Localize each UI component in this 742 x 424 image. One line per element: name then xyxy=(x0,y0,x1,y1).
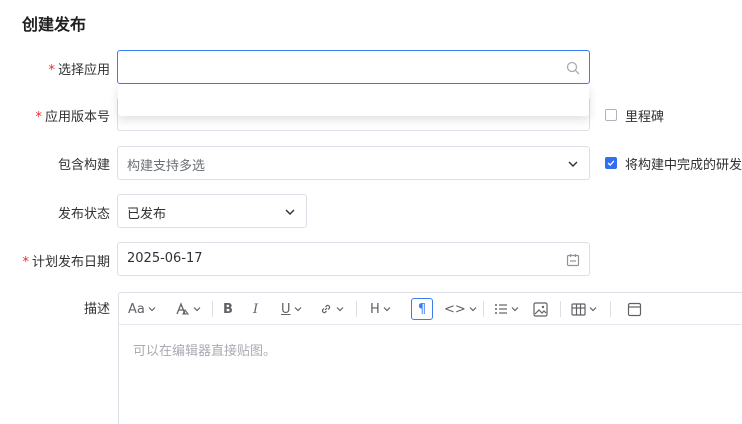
status-value: 已发布 xyxy=(127,207,167,222)
status-label: 发布状态 xyxy=(57,207,110,222)
chevron-down-icon xyxy=(511,307,519,312)
underline-label: U xyxy=(281,301,291,317)
builds-multiselect[interactable]: 构建支持多选 xyxy=(117,146,590,180)
auto-include-label: 将构建中完成的研发 xyxy=(625,158,742,173)
date-label-text: 计划发布日期 xyxy=(31,255,110,270)
layout-button[interactable] xyxy=(627,299,642,319)
layout-icon xyxy=(627,302,642,316)
link-icon xyxy=(321,304,331,314)
milestone-checkbox[interactable] xyxy=(605,109,617,121)
list-button[interactable] xyxy=(494,299,519,319)
required-mark: * xyxy=(22,255,29,270)
app-label-text: 选择应用 xyxy=(57,63,110,78)
builds-placeholder: 构建支持多选 xyxy=(127,159,206,174)
italic-button[interactable]: I xyxy=(253,299,258,319)
list-icon xyxy=(495,304,507,314)
code-button[interactable]: <> xyxy=(444,299,477,319)
search-icon xyxy=(566,61,580,75)
app-dropdown-panel[interactable] xyxy=(118,84,589,116)
chevron-down-icon xyxy=(469,307,477,312)
image-icon xyxy=(533,301,548,317)
date-label: * 计划发布日期 xyxy=(0,251,110,270)
toolbar-divider xyxy=(610,301,611,317)
page-title: 创建发布 xyxy=(22,15,87,34)
toolbar-divider xyxy=(560,301,561,317)
required-mark: * xyxy=(35,110,42,125)
table-icon xyxy=(571,302,586,316)
toolbar-divider xyxy=(212,301,213,317)
font-color-icon xyxy=(176,302,190,315)
description-editor[interactable]: Aa B I U H ¶ <> 可以在编辑器直接贴图。 xyxy=(118,292,742,424)
app-label: * 选择应用 xyxy=(0,59,110,78)
toolbar-divider xyxy=(356,301,357,317)
version-label: * 应用版本号 xyxy=(0,106,110,125)
font-size-button[interactable]: Aa xyxy=(128,299,156,319)
font-size-label: Aa xyxy=(128,301,145,317)
calendar-icon[interactable] xyxy=(566,253,580,267)
text-color-button[interactable] xyxy=(174,299,201,319)
chevron-down-icon xyxy=(193,307,201,312)
code-label: <> xyxy=(444,301,466,317)
date-value: 2025-06-17 xyxy=(127,251,203,266)
builds-label: 包含构建 xyxy=(57,158,110,173)
date-picker-input[interactable]: 2025-06-17 xyxy=(117,242,590,276)
heading-label: H xyxy=(370,301,380,317)
chevron-down-icon xyxy=(336,307,344,312)
description-label: 描述 xyxy=(83,302,110,317)
heading-button[interactable]: H xyxy=(370,299,391,319)
image-button[interactable] xyxy=(533,299,548,319)
bold-button[interactable]: B xyxy=(223,299,233,319)
app-select-input[interactable] xyxy=(117,50,590,84)
editor-placeholder: 可以在编辑器直接贴图。 xyxy=(133,344,277,359)
version-label-text: 应用版本号 xyxy=(44,110,110,125)
editor-toolbar: Aa B I U H ¶ <> xyxy=(119,293,742,325)
link-button[interactable] xyxy=(319,299,344,319)
chevron-down-icon xyxy=(294,307,301,312)
chevron-down-icon xyxy=(383,307,391,312)
milestone-label: 里程碑 xyxy=(625,110,665,125)
underline-button[interactable]: U xyxy=(281,299,302,319)
chevron-down-icon xyxy=(285,209,295,215)
chevron-down-icon xyxy=(148,307,156,312)
toolbar-divider xyxy=(483,301,484,317)
status-select[interactable]: 已发布 xyxy=(117,194,307,228)
check-icon xyxy=(607,160,615,167)
chevron-down-icon xyxy=(589,307,597,312)
paragraph-button[interactable]: ¶ xyxy=(411,298,433,320)
required-mark: * xyxy=(48,63,55,78)
table-button[interactable] xyxy=(571,299,597,319)
auto-include-checkbox[interactable] xyxy=(605,157,617,169)
chevron-down-icon xyxy=(568,161,578,167)
